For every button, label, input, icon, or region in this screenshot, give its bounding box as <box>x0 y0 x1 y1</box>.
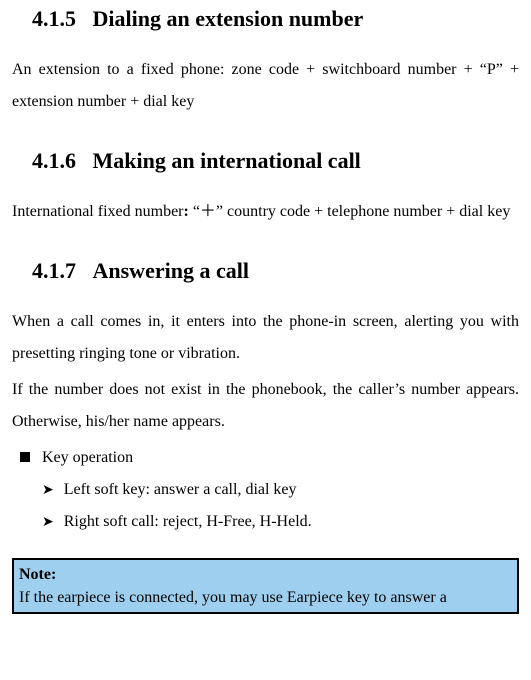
section-number: 4.1.7 <box>32 258 76 283</box>
subbullet-right-soft-call: ➤ Right soft call: reject, H-Free, H-Held… <box>12 506 519 538</box>
body-suffix: “＋” country code + telephone number + di… <box>189 203 511 220</box>
subbullet-left-soft-key: ➤ Left soft key: answer a call, dial key <box>12 474 519 506</box>
section-title: Answering a call <box>93 258 249 283</box>
section-heading-4-1-6: 4.1.6 Making an international call <box>12 148 519 174</box>
square-bullet-icon <box>20 452 30 462</box>
note-body: If the earpiece is connected, you may us… <box>19 589 447 606</box>
section-title: Dialing an extension number <box>93 6 364 31</box>
arrow-bullet-icon: ➤ <box>42 513 54 529</box>
body-prefix: International fixed number <box>12 203 184 220</box>
section-4-1-7-p1: When a call comes in, it enters into the… <box>12 306 519 370</box>
bullet-text: Key operation <box>42 449 133 466</box>
note-box: Note: If the earpiece is connected, you … <box>12 558 519 614</box>
section-number: 4.1.5 <box>32 6 76 31</box>
section-4-1-5-body: An extension to a fixed phone: zone code… <box>12 54 519 118</box>
arrow-bullet-icon: ➤ <box>42 481 54 497</box>
subbullet-text: Right soft call: reject, H-Free, H-Held. <box>64 513 312 530</box>
subbullet-text: Left soft key: answer a call, dial key <box>64 481 297 498</box>
section-heading-4-1-7: 4.1.7 Answering a call <box>12 258 519 284</box>
note-label: Note: <box>19 563 512 586</box>
section-number: 4.1.6 <box>32 148 76 173</box>
bullet-key-operation: Key operation <box>12 442 519 474</box>
section-4-1-7-p2: If the number does not exist in the phon… <box>12 374 519 438</box>
section-4-1-6-body: International fixed number: “＋” country … <box>12 196 519 228</box>
section-title: Making an international call <box>93 148 361 173</box>
section-heading-4-1-5: 4.1.5 Dialing an extension number <box>12 6 519 32</box>
